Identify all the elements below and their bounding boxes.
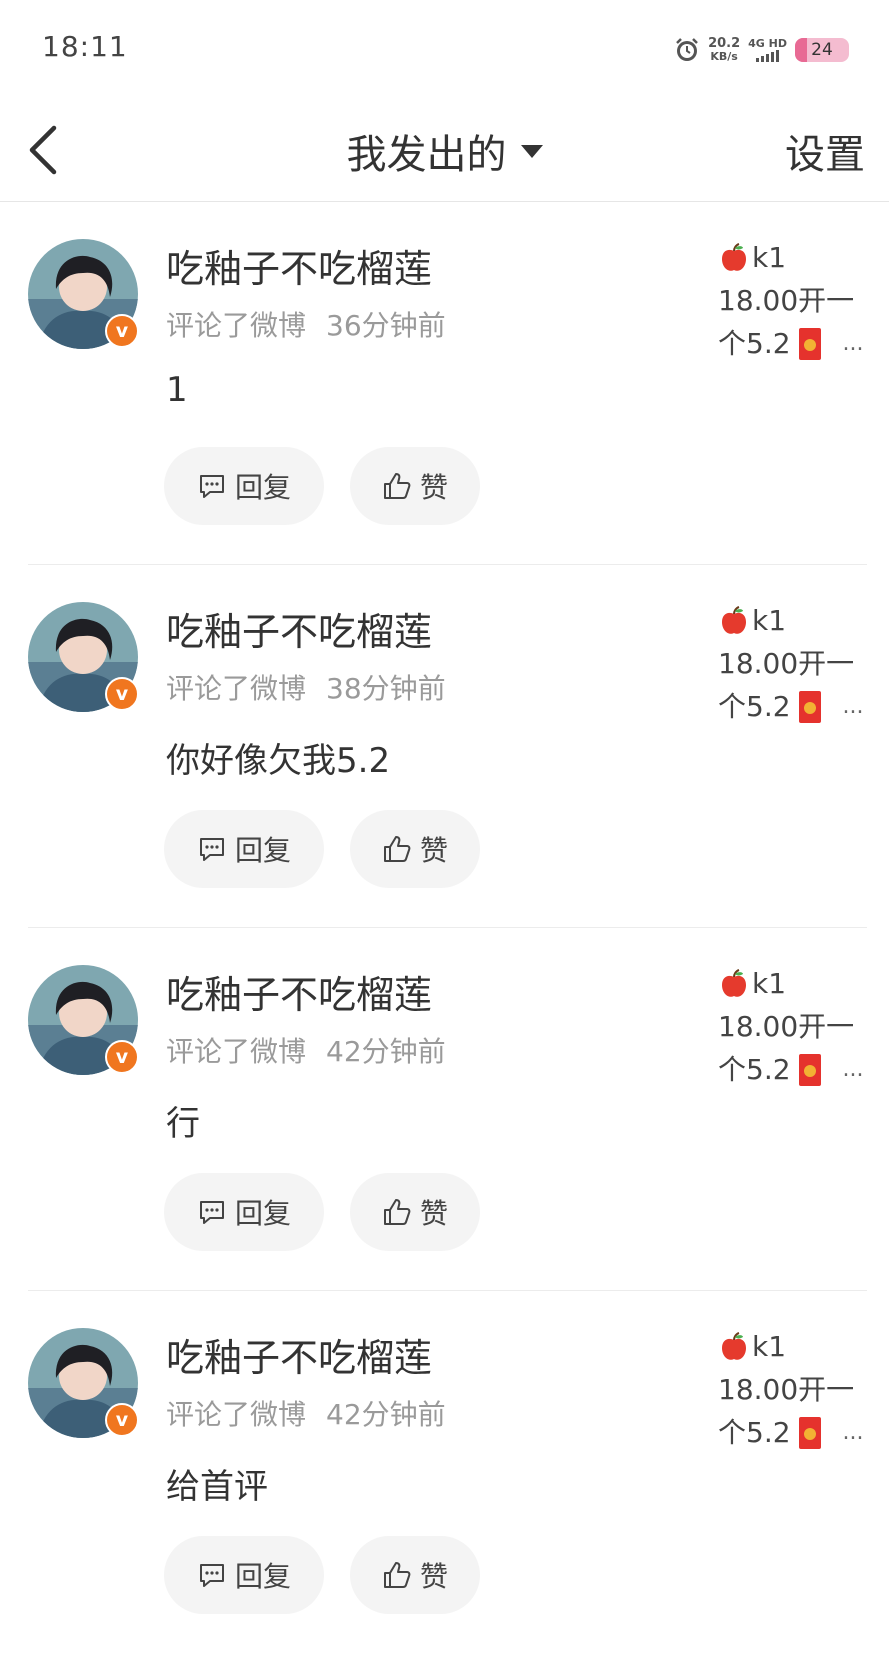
apple-emoji-icon bbox=[722, 605, 746, 634]
reply-button[interactable]: 回复 bbox=[164, 810, 324, 888]
user-name[interactable]: 吃釉子不吃榴莲 bbox=[166, 601, 432, 656]
thumbs-up-icon bbox=[383, 836, 411, 862]
like-button[interactable]: 赞 bbox=[350, 447, 480, 525]
like-button[interactable]: 赞 bbox=[350, 810, 480, 888]
network-speed: 20.2 KB/s bbox=[708, 37, 740, 63]
comment-meta: 评论了微博 42分钟前 bbox=[166, 1393, 446, 1433]
comment-time: 42分钟前 bbox=[326, 1398, 446, 1431]
reply-button[interactable]: 回复 bbox=[164, 1536, 324, 1614]
like-button[interactable]: 赞 bbox=[350, 1173, 480, 1251]
battery-level: 24 bbox=[811, 40, 833, 60]
original-post-preview[interactable]: k1 18.00开一 个5.2 ... bbox=[718, 236, 868, 365]
comment-action: 评论了微博 bbox=[166, 1035, 307, 1068]
comment-text: 给首评 bbox=[166, 1467, 268, 1507]
comment-item: v 吃釉子不吃榴莲 评论了微博 38分钟前 你好像欠我5.2 回复 赞 k1 18… bbox=[28, 564, 867, 927]
reply-button[interactable]: 回复 bbox=[164, 447, 324, 525]
comment-item: v 吃釉子不吃榴莲 评论了微博 36分钟前 1 回复 赞 k1 18.00开一 bbox=[0, 202, 889, 564]
quote-line: k1 bbox=[752, 967, 787, 1000]
red-envelope-icon bbox=[798, 1053, 821, 1086]
settings-button[interactable]: 设置 bbox=[785, 122, 865, 180]
dropdown-caret-icon bbox=[520, 144, 543, 158]
comment-icon bbox=[199, 838, 224, 861]
comment-meta: 评论了微博 38分钟前 bbox=[166, 667, 446, 707]
comment-text: 你好像欠我5.2 bbox=[166, 741, 391, 781]
comment-time: 36分钟前 bbox=[326, 309, 446, 342]
quote-line: 18.00开一 bbox=[718, 1373, 855, 1406]
like-label: 赞 bbox=[419, 1560, 448, 1593]
quote-line: 18.00开一 bbox=[718, 284, 855, 317]
reply-label: 回复 bbox=[234, 471, 291, 504]
like-label: 赞 bbox=[419, 834, 448, 867]
comment-action: 评论了微博 bbox=[166, 1398, 307, 1431]
more-ellipsis: ... bbox=[842, 1057, 864, 1082]
quote-line: 18.00开一 bbox=[718, 647, 855, 680]
reply-button[interactable]: 回复 bbox=[164, 1173, 324, 1251]
quote-line: 个5.2 bbox=[718, 327, 791, 360]
comment-icon bbox=[199, 1201, 224, 1224]
reply-label: 回复 bbox=[234, 834, 291, 867]
quote-line: 个5.2 bbox=[718, 1053, 791, 1086]
thumbs-up-icon bbox=[383, 1199, 411, 1225]
comment-meta: 评论了微博 42分钟前 bbox=[166, 1030, 446, 1070]
quote-line: 18.00开一 bbox=[718, 1010, 855, 1043]
status-icons: 20.2 KB/s 4G HD 24 bbox=[674, 33, 849, 67]
comment-meta: 评论了微博 36分钟前 bbox=[166, 304, 446, 344]
signal-icon: 4G HD bbox=[748, 38, 787, 62]
comment-item: v 吃釉子不吃榴莲 评论了微博 42分钟前 行 回复 赞 k1 18.00开一 bbox=[28, 927, 867, 1290]
red-envelope-icon bbox=[798, 1416, 821, 1449]
title-dropdown[interactable]: 我发出的 bbox=[347, 122, 543, 180]
more-ellipsis: ... bbox=[842, 331, 864, 356]
apple-emoji-icon bbox=[722, 242, 746, 271]
comment-icon bbox=[199, 1564, 224, 1587]
original-post-preview[interactable]: k1 18.00开一 个5.2 ... bbox=[718, 962, 868, 1091]
quote-line: k1 bbox=[752, 241, 787, 274]
quote-line: 个5.2 bbox=[718, 690, 791, 723]
quote-line: k1 bbox=[752, 1330, 787, 1363]
more-ellipsis: ... bbox=[842, 694, 864, 719]
alarm-icon bbox=[676, 38, 698, 61]
original-post-preview[interactable]: k1 18.00开一 个5.2 ... bbox=[718, 599, 868, 728]
verified-badge-icon: v bbox=[105, 677, 139, 711]
user-name[interactable]: 吃釉子不吃榴莲 bbox=[166, 238, 432, 293]
like-label: 赞 bbox=[419, 1197, 448, 1230]
comment-action: 评论了微博 bbox=[166, 309, 307, 342]
comment-time: 42分钟前 bbox=[326, 1035, 446, 1068]
verified-badge-icon: v bbox=[105, 314, 139, 348]
quote-line: 个5.2 bbox=[718, 1416, 791, 1449]
verified-badge-icon: v bbox=[105, 1403, 139, 1437]
comment-time: 38分钟前 bbox=[326, 672, 446, 705]
reply-label: 回复 bbox=[234, 1197, 291, 1230]
original-post-preview[interactable]: k1 18.00开一 个5.2 ... bbox=[718, 1325, 868, 1454]
comment-item: v 吃釉子不吃榴莲 评论了微博 42分钟前 给首评 回复 赞 k1 18.00开一 bbox=[28, 1290, 867, 1653]
comment-action: 评论了微博 bbox=[166, 672, 307, 705]
reply-label: 回复 bbox=[234, 1560, 291, 1593]
user-name[interactable]: 吃釉子不吃榴莲 bbox=[166, 1327, 432, 1382]
signal-label: 4G HD bbox=[748, 37, 787, 50]
nav-header: 我发出的 设置 bbox=[0, 100, 889, 202]
comment-list: v 吃釉子不吃榴莲 评论了微博 36分钟前 1 回复 赞 k1 18.00开一 bbox=[0, 202, 889, 1653]
more-ellipsis: ... bbox=[842, 1420, 864, 1445]
thumbs-up-icon bbox=[383, 473, 411, 499]
comment-text: 1 bbox=[166, 370, 188, 410]
page-title: 我发出的 bbox=[346, 132, 507, 178]
red-envelope-icon bbox=[798, 690, 821, 723]
network-speed-unit: KB/s bbox=[710, 50, 738, 63]
verified-badge-icon: v bbox=[105, 1040, 139, 1074]
battery-icon: 24 bbox=[795, 38, 849, 62]
quote-line: k1 bbox=[752, 604, 787, 637]
thumbs-up-icon bbox=[383, 1562, 411, 1588]
status-time: 18:11 bbox=[42, 30, 128, 63]
status-bar: 18:11 20.2 KB/s 4G HD 24 bbox=[0, 0, 889, 100]
red-envelope-icon bbox=[798, 327, 821, 360]
user-name[interactable]: 吃釉子不吃榴莲 bbox=[166, 964, 432, 1019]
comment-text: 行 bbox=[166, 1104, 200, 1144]
comment-icon bbox=[199, 475, 224, 498]
network-speed-value: 20.2 bbox=[708, 36, 741, 51]
apple-emoji-icon bbox=[722, 1331, 746, 1360]
like-button[interactable]: 赞 bbox=[350, 1536, 480, 1614]
like-label: 赞 bbox=[419, 471, 448, 504]
apple-emoji-icon bbox=[722, 968, 746, 997]
